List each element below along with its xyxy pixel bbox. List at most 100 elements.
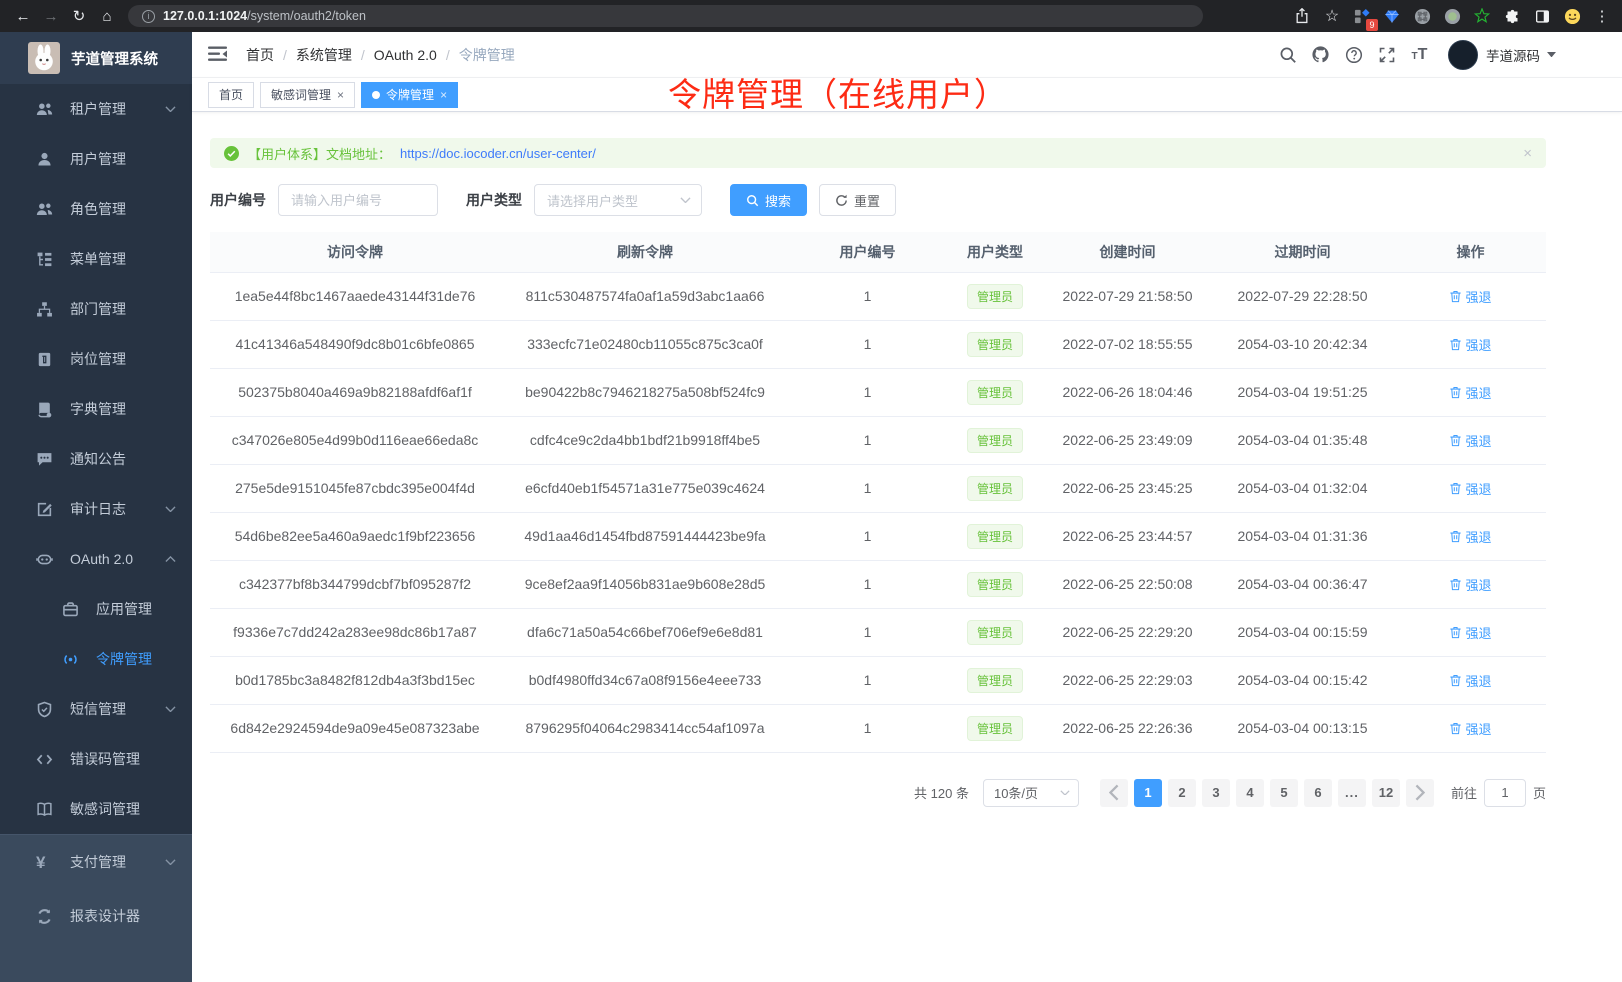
force-logout-button[interactable]: 强退 [1449, 671, 1491, 690]
sidebar-item-error-code[interactable]: 错误码管理 [0, 734, 192, 784]
sidebar-item-sensitive-word[interactable]: 敏感词管理 [0, 784, 192, 834]
next-page-button[interactable] [1406, 779, 1434, 807]
sidebar-item-oauth2[interactable]: OAuth 2.0 [0, 534, 192, 584]
page-button-2[interactable]: 2 [1168, 779, 1196, 807]
sidebar-collapse-icon[interactable] [208, 45, 230, 65]
page-button-12[interactable]: 12 [1372, 779, 1400, 807]
bookmark-star-icon[interactable]: ☆ [1322, 6, 1342, 26]
user-id-cell: 1 [790, 560, 945, 608]
font-size-icon[interactable]: TT [1403, 32, 1436, 78]
page-button-5[interactable]: 5 [1270, 779, 1298, 807]
trash-icon [1449, 626, 1462, 639]
green-star-extension-icon[interactable] [1472, 6, 1492, 26]
sidebar-item-pay-management[interactable]: ¥支付管理 [0, 835, 192, 889]
chevron-down-icon [165, 506, 176, 512]
tab-close-icon[interactable]: × [337, 88, 344, 102]
help-icon[interactable] [1337, 32, 1370, 78]
force-logout-button[interactable]: 强退 [1449, 287, 1491, 306]
sidebar-item-oauth2-token[interactable]: 令牌管理 [0, 634, 192, 684]
sidebar-item-dept-management[interactable]: 部门管理 [0, 284, 192, 334]
sidebar-item-menu-management[interactable]: 菜单管理 [0, 234, 192, 284]
tab-令牌管理[interactable]: 令牌管理× [361, 82, 458, 108]
sidebar-item-audit-log[interactable]: 审计日志 [0, 484, 192, 534]
page-size-select[interactable]: 10条/页 [983, 779, 1079, 807]
tab-敏感词管理[interactable]: 敏感词管理× [260, 82, 355, 108]
page-button-6[interactable]: 6 [1304, 779, 1332, 807]
smiley-profile-icon[interactable] [1562, 6, 1582, 26]
browser-toolbar-right: ☆ 9 ⋮ [1292, 6, 1612, 26]
search-button[interactable]: 搜索 [730, 184, 807, 216]
sidebar-item-oauth2-application[interactable]: 应用管理 [0, 584, 192, 634]
browser-reload-icon[interactable]: ↻ [66, 3, 92, 29]
action-cell: 强退 [1395, 272, 1546, 320]
user-type-select[interactable]: 请选择用户类型 [534, 184, 702, 216]
page-button-3[interactable]: 3 [1202, 779, 1230, 807]
app-logo-bar[interactable]: 芋道管理系统 [0, 32, 192, 84]
user-type-cell: 管理员 [945, 560, 1045, 608]
share-icon[interactable] [1292, 6, 1312, 26]
gem-extension-icon[interactable] [1382, 6, 1402, 26]
prev-page-button[interactable] [1100, 779, 1128, 807]
app-title: 芋道管理系统 [71, 48, 158, 69]
more-pages-button[interactable]: ... [1338, 779, 1366, 807]
breadcrumb-item[interactable]: 系统管理 [296, 45, 352, 65]
breadcrumb-separator: / [361, 47, 365, 63]
github-icon[interactable] [1304, 32, 1337, 78]
sidebar-item-notice[interactable]: 通知公告 [0, 434, 192, 484]
site-info-icon[interactable]: i [142, 10, 155, 23]
breadcrumb-item[interactable]: 首页 [246, 45, 274, 65]
sidebar-item-report-designer[interactable]: 报表设计器 [0, 889, 192, 943]
user-icon [36, 151, 53, 168]
browser-home-icon[interactable]: ⌂ [94, 3, 120, 29]
alert-close-icon[interactable]: × [1523, 145, 1532, 162]
force-logout-button[interactable]: 强退 [1449, 335, 1491, 354]
user-type-cell: 管理员 [945, 704, 1045, 752]
browser-menu-icon[interactable]: ⋮ [1592, 6, 1612, 26]
force-logout-button[interactable]: 强退 [1449, 479, 1491, 498]
sidebar-item-label: 支付管理 [70, 852, 126, 872]
sidebar-item-sms-management[interactable]: 短信管理 [0, 684, 192, 734]
access-token-cell: 502375b8040a469a9b82188afdf6af1f [210, 368, 500, 416]
browser-forward-icon[interactable]: → [38, 3, 64, 29]
force-logout-button[interactable]: 强退 [1449, 383, 1491, 402]
created-time-cell: 2022-07-02 18:55:55 [1045, 320, 1210, 368]
tab-close-icon[interactable]: × [440, 88, 447, 102]
extension-badge: 9 [1366, 19, 1378, 31]
sidebar-item-label: 应用管理 [96, 599, 152, 619]
page-button-4[interactable]: 4 [1236, 779, 1264, 807]
user-id-cell: 1 [790, 272, 945, 320]
sidebar-item-post-management[interactable]: 岗位管理 [0, 334, 192, 384]
fullscreen-icon[interactable] [1370, 32, 1403, 78]
force-logout-button[interactable]: 强退 [1449, 527, 1491, 546]
circle-record-extension-icon[interactable] [1442, 6, 1462, 26]
tab-首页[interactable]: 首页 [208, 82, 254, 108]
user-avatar[interactable] [1448, 40, 1478, 70]
trash-icon [1449, 386, 1462, 399]
force-logout-button[interactable]: 强退 [1449, 575, 1491, 594]
search-icon[interactable] [1271, 32, 1304, 78]
puzzle-extension-icon[interactable] [1502, 6, 1522, 26]
sidebar-item-role-management[interactable]: 角色管理 [0, 184, 192, 234]
page-button-1[interactable]: 1 [1134, 779, 1162, 807]
force-logout-button[interactable]: 强退 [1449, 719, 1491, 738]
trash-icon [1449, 290, 1462, 303]
user-id-input[interactable] [278, 184, 438, 216]
sidebar-item-dict-management[interactable]: 字典管理 [0, 384, 192, 434]
browser-back-icon[interactable]: ← [10, 3, 36, 29]
expires-time-cell: 2054-03-04 00:36:47 [1210, 560, 1395, 608]
code-icon [36, 751, 53, 768]
circle-command-extension-icon[interactable] [1412, 6, 1432, 26]
browser-address-bar[interactable]: i 127.0.0.1:1024/system/oauth2/token [128, 5, 1203, 27]
extension-grid-icon[interactable]: 9 [1352, 6, 1372, 26]
goto-page-input[interactable] [1484, 779, 1526, 807]
sidebar-item-tenant-management[interactable]: 租户管理 [0, 84, 192, 134]
caret-down-icon[interactable] [1547, 52, 1556, 57]
user-name[interactable]: 芋道源码 [1486, 45, 1540, 65]
alert-doc-link[interactable]: https://doc.iocoder.cn/user-center/ [400, 146, 596, 161]
force-logout-button[interactable]: 强退 [1449, 431, 1491, 450]
sidebar-item-user-management[interactable]: 用户管理 [0, 134, 192, 184]
breadcrumb-item[interactable]: OAuth 2.0 [374, 47, 437, 63]
force-logout-button[interactable]: 强退 [1449, 623, 1491, 642]
split-window-icon[interactable] [1532, 6, 1552, 26]
reset-button[interactable]: 重置 [819, 184, 896, 216]
